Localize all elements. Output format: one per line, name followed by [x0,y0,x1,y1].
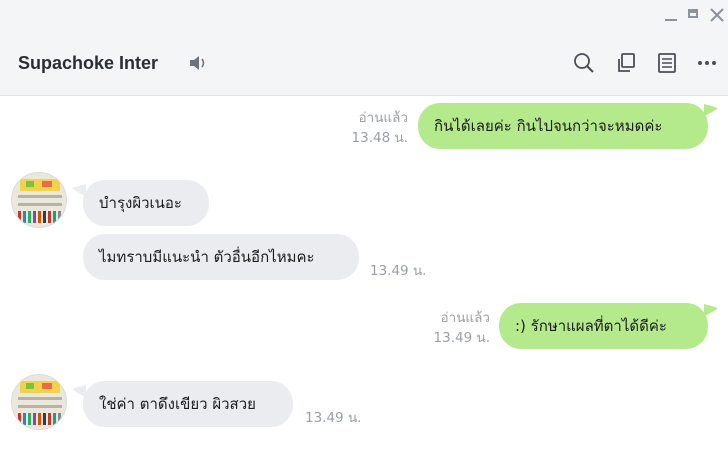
outgoing-message-bubble[interactable]: :) รักษาแผลที่ตาได้ดีค่ะ [499,303,708,349]
minimize-button[interactable] [660,6,678,24]
avatar-image [12,173,66,227]
message-text: บำรุงผิวเนอะ [99,194,182,212]
message-text: :) รักษาแผลที่ตาได้ดีค่ะ [515,317,667,335]
read-status: อ่านแล้ว [358,110,408,126]
message-time: 13.48 น. [351,130,408,146]
avatar-image [12,375,66,429]
notes-icon[interactable] [656,52,678,74]
message-text: ไมทราบมีแนะนำ ตัวอื่นอีกไหมคะ [99,248,315,266]
close-icon[interactable] [708,6,726,24]
contact-avatar[interactable] [11,172,67,228]
chat-header: Supachoke Inter [0,31,728,96]
incoming-message-bubble[interactable]: ใช่ค่า ตาดึงเขียว ผิวสวย [83,381,293,427]
message-time: 13.49 น. [370,263,427,279]
outgoing-message-bubble[interactable]: กินได้เลยค่ะ กินไปจนกว่าจะหมดค่ะ [418,103,708,149]
speaker-icon[interactable] [188,54,208,72]
message-time: 13.49 น. [433,330,490,346]
more-icon[interactable] [696,52,718,74]
read-status: อ่านแล้ว [440,310,490,326]
chat-title: Supachoke Inter [18,53,159,73]
incoming-message-bubble[interactable]: ไมทราบมีแนะนำ ตัวอื่นอีกไหมคะ [83,234,359,280]
search-icon[interactable] [573,52,595,74]
bubble-tail [704,304,718,316]
message-text: ใช่ค่า ตาดึงเขียว ผิวสวย [99,395,256,413]
maximize-button[interactable] [685,6,703,24]
message-text: กินได้เลยค่ะ กินไปจนกว่าจะหมดค่ะ [434,117,663,135]
copy-icon[interactable] [615,52,637,74]
window-titlebar [0,0,728,31]
message-meta: อ่านแล้ว 13.49 น. [380,308,490,348]
message-meta: อ่านแล้ว 13.48 น. [300,108,408,148]
message-list[interactable]: อ่านแล้ว 13.48 น. กินได้เลยค่ะ กินไปจนกว… [0,96,728,450]
message-time: 13.49 น. [305,410,362,426]
incoming-message-bubble[interactable]: บำรุงผิวเนอะ [83,180,209,226]
bubble-tail [704,104,718,116]
contact-avatar[interactable] [11,374,67,430]
